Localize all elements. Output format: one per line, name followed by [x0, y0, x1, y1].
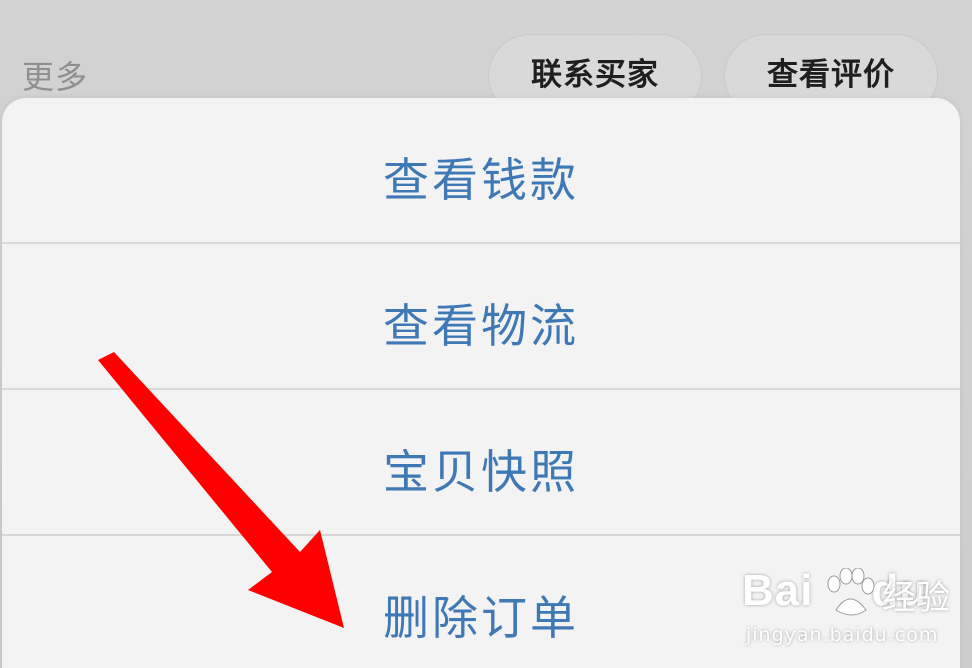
order-action-bar: 更多 联系买家 查看评价 [0, 0, 972, 118]
delete-order-label: 删除订单 [383, 591, 579, 645]
baidu-paw-icon [827, 568, 875, 616]
view-payment-item[interactable]: 查看钱款 [2, 98, 960, 244]
screen: 更多 联系买家 查看评价 查看钱款 查看物流 宝贝快照 删除订单 Bai du 经… [0, 0, 972, 668]
item-snapshot-item[interactable]: 宝贝快照 [2, 390, 960, 536]
jingyan-word: 经验 [882, 578, 950, 618]
view-logistics-label: 查看物流 [383, 299, 579, 353]
watermark-url: jingyan.baidu.com [746, 624, 939, 646]
view-payment-label: 查看钱款 [383, 153, 579, 207]
view-logistics-item[interactable]: 查看物流 [2, 244, 960, 390]
baidu-jingyan-watermark: Bai du 经验 jingyan.baidu.com [742, 566, 962, 658]
more-link[interactable]: 更多 [22, 52, 88, 98]
item-snapshot-label: 宝贝快照 [383, 445, 579, 499]
